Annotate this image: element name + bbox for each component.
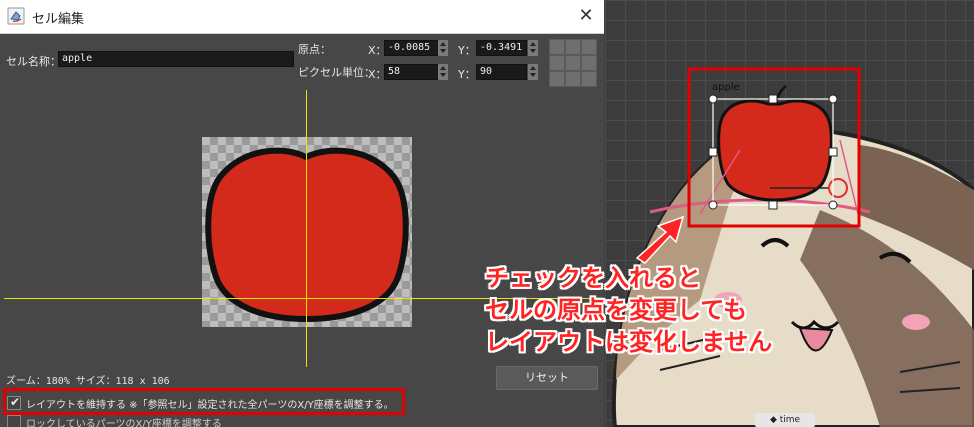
- keep-layout-highlight: [3, 388, 405, 415]
- cell-edit-dialog: セル編集 ✕ セル名称： apple 原点： ピクセル単位： X： -0.008…: [0, 0, 604, 427]
- annotation-text: チェックを入れると セルの原点を変更しても レイアウトは変化しません: [485, 264, 773, 356]
- selection-cell-label: apple: [712, 82, 740, 93]
- cell-name-input[interactable]: apple: [58, 51, 294, 67]
- dialog-titlebar: セル編集 ✕: [0, 0, 604, 34]
- adjust-locked-parts-checkbox[interactable]: [7, 415, 21, 427]
- close-icon: ✕: [578, 5, 594, 26]
- pixel-y-stepper[interactable]: [528, 64, 538, 80]
- close-button[interactable]: ✕: [574, 4, 598, 28]
- align-bottom-center-button[interactable]: [565, 71, 581, 87]
- cell-name-label: セル名称：: [6, 55, 61, 68]
- app-icon: [7, 7, 25, 25]
- adjust-locked-parts-label: ロックしているパーツのX/Y座標を調整する: [26, 419, 222, 427]
- canvas-viewport[interactable]: ◆ time: [605, 0, 974, 427]
- align-middle-left-button[interactable]: [549, 55, 565, 71]
- align-bottom-left-button[interactable]: [549, 71, 565, 87]
- align-top-right-button[interactable]: [581, 39, 597, 55]
- origin-x-input[interactable]: -0.0085: [384, 40, 439, 56]
- align-top-left-button[interactable]: [549, 39, 565, 55]
- reset-button[interactable]: リセット: [496, 366, 598, 390]
- align-top-center-button[interactable]: [565, 39, 581, 55]
- pixel-x-input[interactable]: 58: [384, 64, 439, 80]
- timeline-tab[interactable]: ◆ time: [755, 413, 815, 427]
- dialog-title: セル編集: [32, 12, 85, 27]
- zoom-size-status: ズーム：180% サイズ：118 x 106: [6, 376, 170, 387]
- origin-guide-vertical: [306, 90, 307, 367]
- align-middle-right-button[interactable]: [581, 55, 597, 71]
- origin-y-label: Y：: [458, 44, 476, 57]
- character-artwork: [611, 67, 974, 427]
- origin-y-input[interactable]: -0.3491: [476, 40, 527, 56]
- align-center-button[interactable]: [565, 55, 581, 71]
- pixel-y-label: Y：: [458, 68, 476, 81]
- align-bottom-right-button[interactable]: [581, 71, 597, 87]
- origin-x-stepper[interactable]: [438, 40, 448, 56]
- origin-y-stepper[interactable]: [528, 40, 538, 56]
- pixel-unit-label: ピクセル単位：: [298, 66, 375, 79]
- origin-label: 原点：: [298, 43, 331, 56]
- pixel-y-input[interactable]: 90: [476, 64, 527, 80]
- pixel-x-stepper[interactable]: [438, 64, 448, 80]
